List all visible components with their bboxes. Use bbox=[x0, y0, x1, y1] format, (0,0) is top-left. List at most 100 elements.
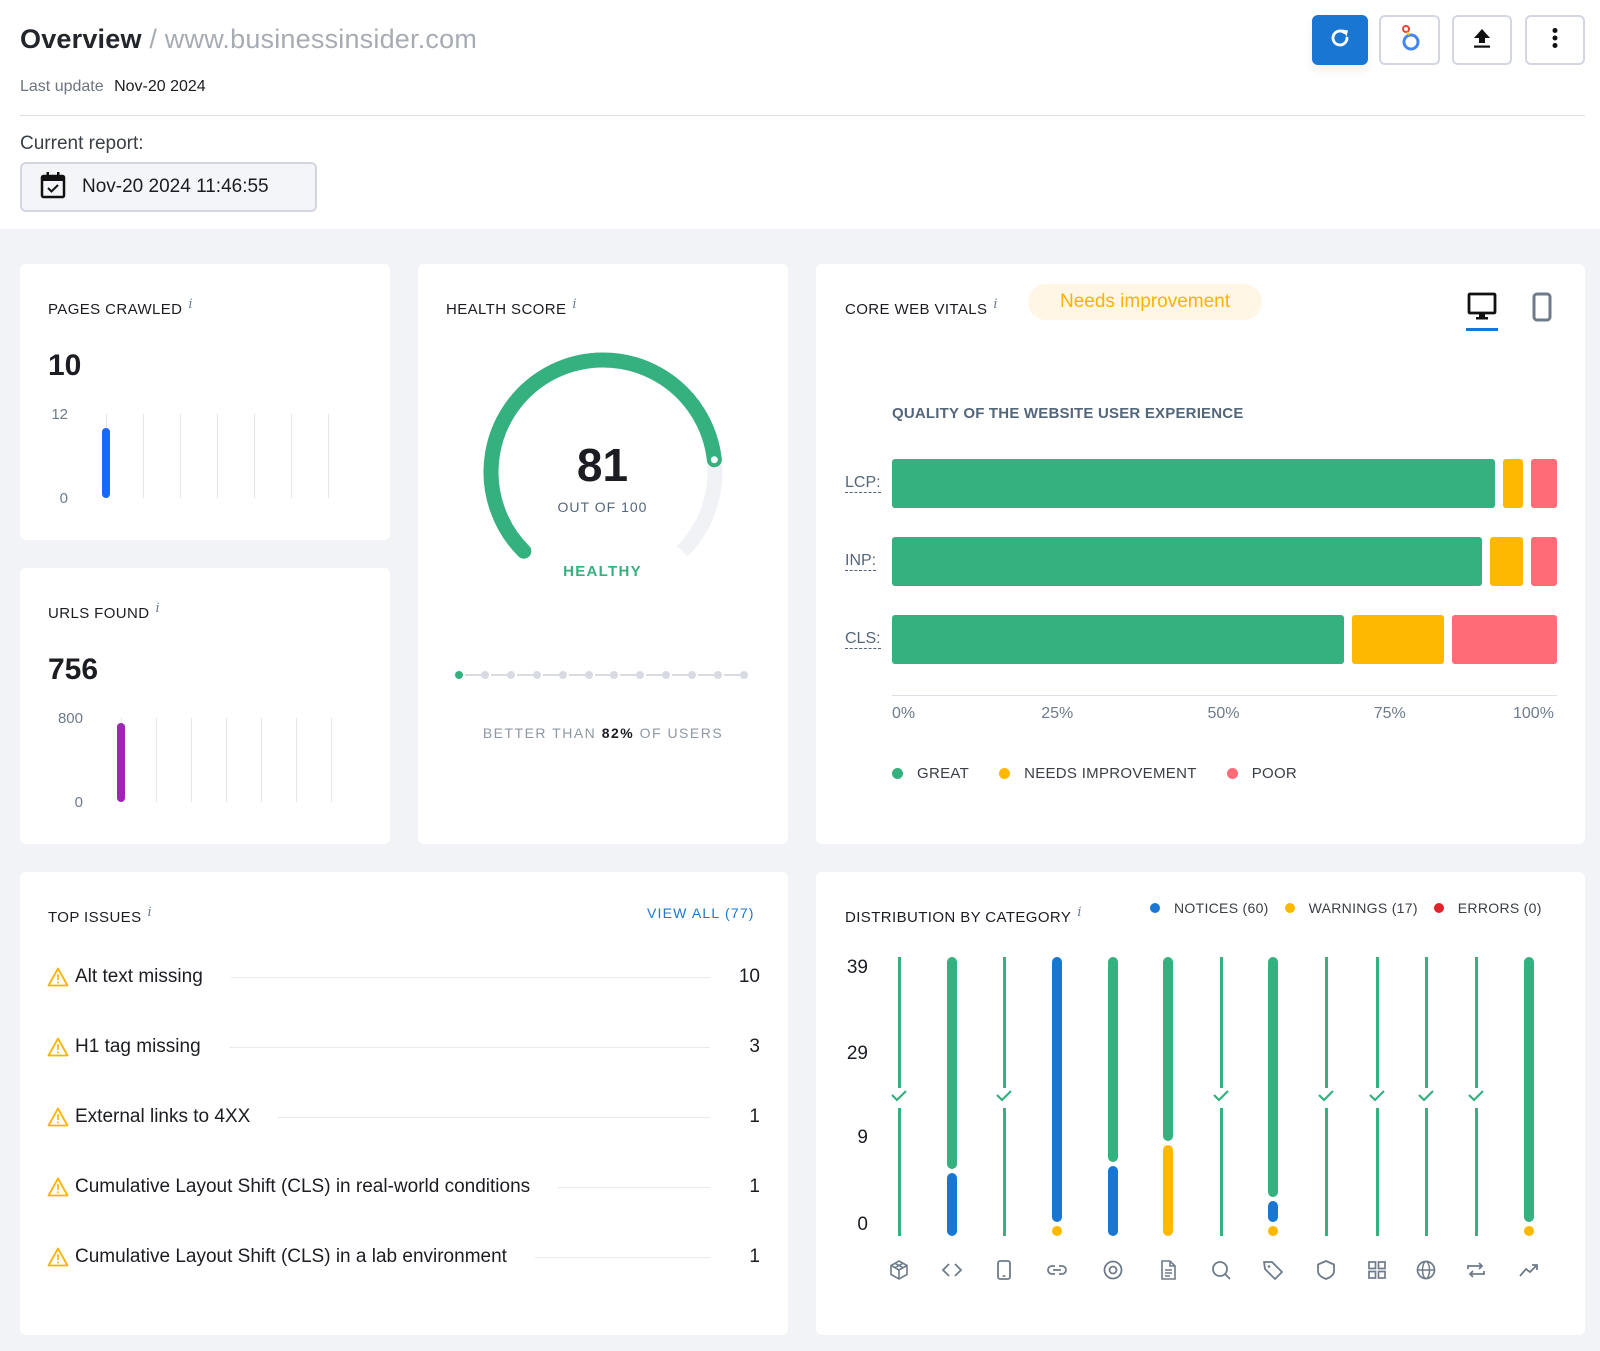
check-icon bbox=[995, 1089, 1013, 1103]
info-icon[interactable]: i bbox=[156, 601, 161, 616]
sparkline-gridline bbox=[296, 718, 297, 802]
legend-label: NEEDS IMPROVEMENT bbox=[1024, 765, 1197, 782]
healthy-line bbox=[897, 1108, 901, 1236]
cwv-x-tick: 50% bbox=[1207, 705, 1240, 722]
link-icon[interactable] bbox=[1045, 1258, 1069, 1282]
info-icon[interactable]: i bbox=[147, 905, 152, 920]
info-icon[interactable]: i bbox=[1077, 905, 1082, 920]
healthy-line bbox=[1002, 957, 1006, 1088]
legend-item[interactable]: ERRORS (0) bbox=[1433, 900, 1542, 916]
tag-icon[interactable] bbox=[1261, 1258, 1285, 1282]
progress-step bbox=[740, 671, 748, 679]
better-than-suffix: OF USERS bbox=[639, 725, 724, 741]
top-issues-title: TOP ISSUES i bbox=[48, 905, 152, 926]
refresh-button[interactable] bbox=[1312, 15, 1368, 65]
gauge-knob bbox=[707, 453, 721, 467]
legend-label: WARNINGS (17) bbox=[1308, 900, 1418, 916]
warnings-bar-segment bbox=[1268, 1226, 1278, 1236]
progress-connector bbox=[568, 674, 587, 676]
tab-desktop[interactable] bbox=[1466, 292, 1498, 334]
shield-icon[interactable] bbox=[1314, 1258, 1338, 1282]
cwv-metric-label[interactable]: CLS: bbox=[845, 630, 881, 649]
view-all-issues-link[interactable]: VIEW ALL (77) bbox=[647, 905, 755, 921]
urls-found-title-text: URLS FOUND bbox=[48, 605, 150, 622]
mobile-icon bbox=[1531, 292, 1553, 326]
check-icon bbox=[1368, 1089, 1386, 1103]
issue-count[interactable]: 1 bbox=[738, 1246, 760, 1268]
target-icon[interactable] bbox=[1101, 1258, 1125, 1282]
trend-icon[interactable] bbox=[1517, 1258, 1541, 1282]
cwv-bar-segment bbox=[1490, 537, 1523, 586]
y-tick-label: 29 bbox=[846, 1043, 868, 1064]
urls-found-ymax: 800 bbox=[57, 710, 83, 727]
issue-name-link[interactable]: External links to 4XX bbox=[75, 1106, 250, 1128]
header-area: Overview / www.businessinsider.com Last … bbox=[0, 0, 1600, 229]
checks-passed-bar-segment bbox=[1524, 957, 1534, 1222]
healthy-line bbox=[1474, 957, 1478, 1088]
better-than-prefix: BETTER THAN bbox=[482, 725, 597, 741]
current-report-label: Current report: bbox=[20, 133, 144, 154]
info-icon[interactable]: i bbox=[572, 297, 577, 312]
grid-icon[interactable] bbox=[1365, 1258, 1389, 1282]
legend-item[interactable]: NOTICES (60) bbox=[1150, 900, 1269, 916]
sparkline-gridline bbox=[143, 414, 144, 498]
pages-crawled-ymax: 12 bbox=[51, 406, 68, 423]
issue-count[interactable]: 10 bbox=[738, 966, 760, 988]
cwv-bar-segment bbox=[892, 537, 1482, 586]
issue-name-link[interactable]: Cumulative Layout Shift (CLS) in a lab e… bbox=[75, 1246, 507, 1268]
cwv-x-tick: 100% bbox=[1513, 705, 1554, 722]
healthy-line bbox=[1219, 1108, 1223, 1236]
active-tab-indicator bbox=[1466, 328, 1498, 331]
notices-bar-segment bbox=[947, 1173, 957, 1236]
cwv-x-tick: 25% bbox=[1041, 705, 1074, 722]
pages-crawled-ymin: 0 bbox=[59, 490, 68, 507]
refresh-icon bbox=[1328, 26, 1352, 55]
warning-icon bbox=[47, 1247, 69, 1267]
cwv-metric-label[interactable]: INP: bbox=[845, 552, 877, 571]
report-date-picker[interactable]: Nov-20 2024 11:46:55 bbox=[20, 162, 317, 212]
search-icon[interactable] bbox=[1209, 1258, 1233, 1282]
more-vertical-icon bbox=[1551, 27, 1559, 54]
crawlability-icon[interactable] bbox=[887, 1258, 911, 1282]
issue-name-link[interactable]: Cumulative Layout Shift (CLS) in real-wo… bbox=[75, 1176, 530, 1198]
info-icon[interactable]: i bbox=[188, 297, 193, 312]
legend-item[interactable]: WARNINGS (17) bbox=[1284, 900, 1418, 916]
cwv-x-tick: 0% bbox=[892, 705, 916, 722]
progress-step bbox=[714, 671, 723, 679]
more-options-button[interactable] bbox=[1525, 15, 1585, 65]
legend-dot bbox=[1226, 768, 1238, 779]
healthy-line bbox=[1424, 957, 1428, 1088]
checks-passed-bar-segment bbox=[1108, 957, 1118, 1163]
check-icon bbox=[890, 1089, 908, 1103]
pages-crawled-title-text: PAGES CRAWLED bbox=[48, 301, 183, 318]
report-date-value: Nov-20 2024 11:46:55 bbox=[82, 176, 269, 197]
legend-label: POOR bbox=[1251, 765, 1298, 782]
issue-name-link[interactable]: H1 tag missing bbox=[75, 1036, 201, 1058]
cwv-metric-label[interactable]: LCP: bbox=[845, 474, 881, 493]
warning-icon bbox=[47, 1177, 69, 1197]
healthy-line bbox=[1324, 957, 1328, 1088]
issue-count[interactable]: 1 bbox=[738, 1176, 760, 1198]
issue-count[interactable]: 1 bbox=[738, 1106, 760, 1128]
globe-icon[interactable] bbox=[1414, 1258, 1438, 1282]
page-title: Overview / www.businessinsider.com bbox=[20, 24, 477, 55]
document-icon[interactable] bbox=[1156, 1258, 1180, 1282]
sparkline-gridline bbox=[328, 414, 329, 498]
cwv-bar-segment bbox=[892, 459, 1496, 508]
looker-studio-button[interactable] bbox=[1379, 15, 1440, 65]
code-icon[interactable] bbox=[940, 1258, 964, 1282]
mobile-icon[interactable] bbox=[992, 1258, 1016, 1282]
issue-name-link[interactable]: Alt text missing bbox=[75, 966, 203, 988]
redirect-icon[interactable] bbox=[1464, 1258, 1488, 1282]
info-icon[interactable]: i bbox=[993, 297, 998, 312]
cwv-status-badge: Needs improvement bbox=[1028, 284, 1262, 320]
cwv-x-tick: 75% bbox=[1373, 705, 1406, 722]
issue-divider bbox=[558, 1186, 710, 1188]
title-main: Overview bbox=[20, 24, 142, 54]
sparkline-gridline bbox=[261, 718, 262, 802]
export-button[interactable] bbox=[1452, 15, 1512, 65]
y-tick-label: 0 bbox=[857, 1214, 868, 1235]
tab-mobile[interactable] bbox=[1531, 292, 1553, 324]
sparkline-gridline bbox=[226, 718, 227, 802]
issue-count[interactable]: 3 bbox=[738, 1036, 760, 1058]
